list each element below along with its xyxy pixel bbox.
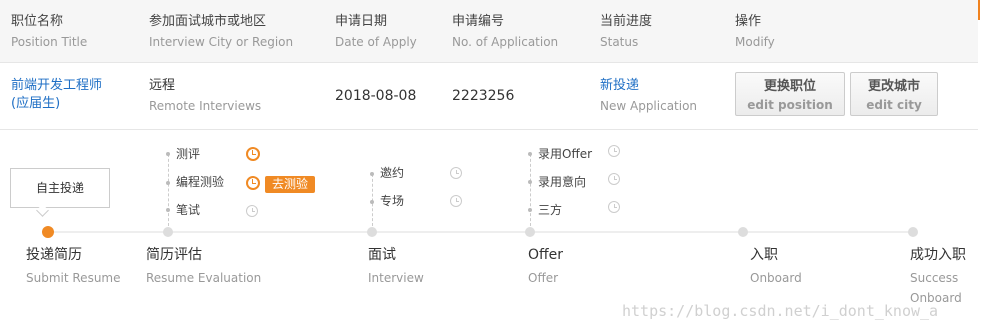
header-position-title: 职位名称 Position Title xyxy=(11,14,87,50)
header-date-of-apply: 申请日期 Date of Apply xyxy=(335,14,417,50)
stage-dot-offer xyxy=(525,227,535,237)
position-title-link[interactable]: 前端开发工程师 (应届生) xyxy=(11,77,102,113)
substep-dot xyxy=(528,180,532,184)
stage-label-en: Onboard xyxy=(750,271,802,285)
header-status: 当前进度 Status xyxy=(600,14,652,50)
stage-label-cn: 简历评估 xyxy=(146,247,202,263)
edit-position-label-cn: 更换职位 xyxy=(763,79,816,94)
header-interview-city: 参加面试城市或地区 Interview City or Region xyxy=(149,14,293,50)
stage-label-en: Submit Resume xyxy=(26,271,121,285)
clock-icon xyxy=(608,145,620,157)
stage-onboard: 入职 Onboard xyxy=(750,246,802,286)
substep-dot xyxy=(166,208,170,212)
clock-icon xyxy=(450,167,462,179)
substep-offer-intent: 录用意向 xyxy=(538,175,587,189)
substep-tripartite: 三方 xyxy=(538,203,563,217)
substep-offer-letter: 录用Offer xyxy=(538,147,593,161)
substep-invitation: 邀约 xyxy=(380,166,405,180)
status-cell: 新投递 New Application xyxy=(600,77,697,115)
stage-label-en: Resume Evaluation xyxy=(146,271,262,285)
clock-icon xyxy=(246,147,260,161)
stage-label-en: Offer xyxy=(528,271,559,285)
progress-track xyxy=(48,231,916,233)
stage-resume-evaluation: 简历评估 Resume Evaluation xyxy=(146,246,261,286)
stage-label-en: Success xyxy=(910,271,959,285)
header-label-cn: 操作 xyxy=(735,14,762,29)
header-label-en: Interview City or Region xyxy=(149,35,294,49)
stage-dot-success xyxy=(908,227,918,237)
stage-dot-onboard xyxy=(738,227,748,237)
edit-city-label-en: edit city xyxy=(866,98,922,112)
stage-offer: Offer Offer xyxy=(528,246,563,286)
header-label-en: Modify xyxy=(735,35,775,49)
substep-dot xyxy=(166,152,170,156)
position-title-line[interactable]: 前端开发工程师 xyxy=(11,77,102,95)
stage-dot-submit-active xyxy=(42,226,54,238)
substep-dot xyxy=(370,172,374,176)
header-label-en: Status xyxy=(600,35,639,49)
application-number: 2223256 xyxy=(452,88,515,104)
status-link[interactable]: 新投递 xyxy=(600,77,697,95)
header-label-en: Date of Apply xyxy=(335,35,417,49)
stage-label-cn: 入职 xyxy=(750,247,778,263)
substep-special-session: 专场 xyxy=(380,194,405,208)
position-title-line[interactable]: (应届生) xyxy=(11,95,102,113)
status-en: New Application xyxy=(600,99,698,113)
header-label-en: Position Title xyxy=(11,35,88,49)
header-label-cn: 职位名称 xyxy=(11,14,64,29)
substep-dot xyxy=(166,181,170,185)
clock-icon xyxy=(450,195,462,207)
take-test-button[interactable]: 去测验 xyxy=(265,176,315,193)
tooltip-self-submit: 自主投递 xyxy=(10,168,110,208)
interview-city-cell: 远程 Remote Interviews xyxy=(149,77,261,115)
stage-interview: 面试 Interview xyxy=(368,246,424,286)
substep-coding-test: 编程测验 xyxy=(176,175,225,189)
city-cn: 远程 xyxy=(149,78,176,93)
clock-icon xyxy=(246,176,260,190)
header-label-en: No. of Application xyxy=(452,35,559,49)
stage-label-cn: Offer xyxy=(528,247,564,263)
edit-position-label-en: edit position xyxy=(747,98,833,112)
scroll-indicator xyxy=(978,0,980,20)
stage-dot-interview xyxy=(367,227,377,237)
edit-city-button[interactable]: 更改城市 edit city xyxy=(850,72,938,116)
clock-icon xyxy=(608,201,620,213)
edit-city-label-cn: 更改城市 xyxy=(867,79,920,94)
table-header: 职位名称 Position Title 参加面试城市或地区 Interview … xyxy=(0,0,978,63)
header-modify: 操作 Modify xyxy=(735,14,775,50)
substep-written-test: 笔试 xyxy=(176,203,201,217)
evaluation-substep-line xyxy=(168,154,169,226)
city-en: Remote Interviews xyxy=(149,99,262,113)
substep-assessment: 测评 xyxy=(176,147,201,161)
stage-label-en: Interview xyxy=(368,271,424,285)
apply-date: 2018-08-08 xyxy=(335,88,417,104)
header-label-cn: 申请日期 xyxy=(335,14,388,29)
offer-substep-line xyxy=(530,154,531,226)
substep-dot xyxy=(528,152,532,156)
header-label-cn: 当前进度 xyxy=(600,14,653,29)
header-label-cn: 申请编号 xyxy=(452,14,505,29)
stage-label-cn: 成功入职 xyxy=(910,247,966,263)
stage-dot-evaluation xyxy=(163,227,173,237)
stage-success-onboard: 成功入职 Success Onboard xyxy=(910,246,966,306)
stage-label-cn: 投递简历 xyxy=(26,247,82,263)
stage-submit-resume: 投递简历 Submit Resume xyxy=(26,246,121,286)
header-application-number: 申请编号 No. of Application xyxy=(452,14,558,50)
substep-dot xyxy=(528,208,532,212)
substep-dot xyxy=(370,200,374,204)
header-label-cn: 参加面试城市或地区 xyxy=(149,14,267,29)
stage-label-cn: 面试 xyxy=(368,247,396,263)
clock-icon xyxy=(246,205,258,217)
clock-icon xyxy=(608,173,620,185)
watermark: https://blog.csdn.net/i_dont_know_a xyxy=(622,302,939,320)
edit-position-button[interactable]: 更换职位 edit position xyxy=(735,72,845,116)
